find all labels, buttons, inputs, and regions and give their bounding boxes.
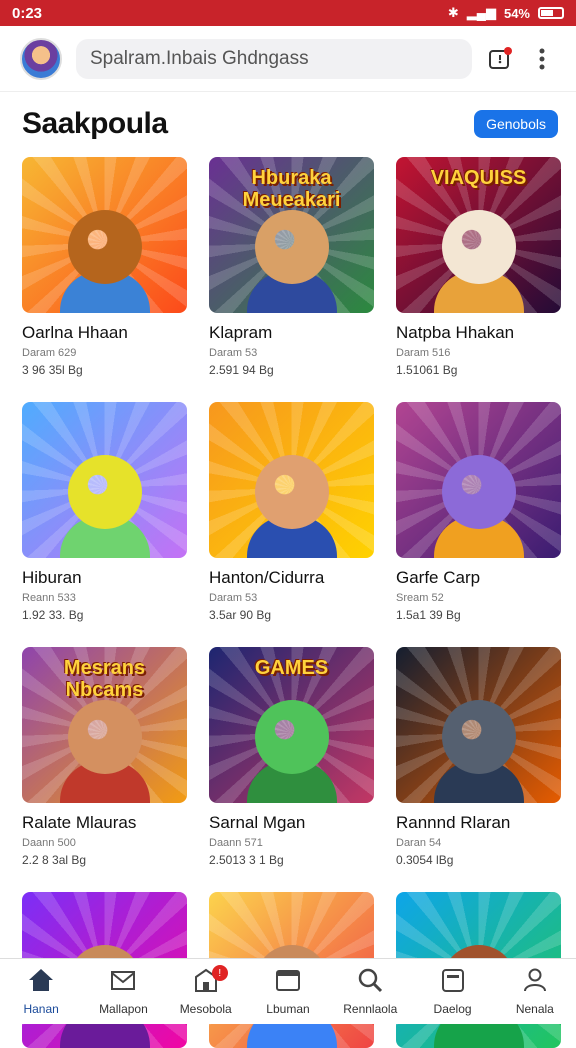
game-card[interactable]: Hburaka Meueakari Klapram Daram 53 2.591 94… xyxy=(209,157,374,402)
notification-icon[interactable] xyxy=(486,45,514,73)
section-action-button[interactable]: Genobols xyxy=(474,110,558,138)
nav-item-person[interactable]: Nenala xyxy=(494,959,576,1024)
section-header: Saakpoula Genobols xyxy=(22,100,558,148)
game-thumbnail[interactable]: Mesrans Nbcams xyxy=(22,647,187,803)
game-grid: Oarlna Hhaan Daram 629 3 96 35l Bg Hburaka … xyxy=(22,157,562,972)
game-card[interactable]: Garfe Carp Sream 52 1.5a1 39 Bg xyxy=(396,402,561,647)
nav-label: Nenala xyxy=(516,1002,554,1016)
status-time: 0:23 xyxy=(12,5,42,22)
game-card[interactable]: Hanton/Cidurra Daram 53 3.5ar 90 Bg xyxy=(209,402,374,647)
game-size: 3 96 35l Bg xyxy=(22,363,187,377)
game-banner-text: Hburaka Meueakari xyxy=(217,167,366,211)
game-thumbnail[interactable] xyxy=(22,157,187,313)
game-card[interactable]: Oarlna Hhaan Daram 629 3 96 35l Bg xyxy=(22,157,187,402)
game-meta: Daann 500 xyxy=(22,837,187,849)
game-title[interactable]: Sarnal Mgan xyxy=(209,813,374,833)
nav-label: Lbuman xyxy=(266,1002,309,1016)
tablet-icon xyxy=(439,967,467,996)
game-thumbnail[interactable] xyxy=(22,402,187,558)
game-size: 2.591 94 Bg xyxy=(209,363,374,377)
bluetooth-icon: ✱ xyxy=(448,5,459,21)
nav-item-tablet[interactable]: Daelog xyxy=(411,959,493,1024)
game-size: 0.3054 lBg xyxy=(396,853,561,867)
game-meta: Daann 571 xyxy=(209,837,374,849)
nav-label: Rennlaola xyxy=(343,1002,397,1016)
game-meta: Daram 53 xyxy=(209,347,374,359)
game-card[interactable]: Rannnd Rlaran Daran 54 0.3054 lBg xyxy=(396,647,561,892)
game-meta: Reann 533 xyxy=(22,592,187,604)
game-banner-text: GAMES xyxy=(217,657,366,679)
game-banner-text: VIAQUISS xyxy=(404,167,553,189)
game-card[interactable]: GAMES Sarnal Mgan Daann 571 2.5013 3 1 Bg xyxy=(209,647,374,892)
mail-icon xyxy=(109,967,137,996)
game-meta: Daram 629 xyxy=(22,347,187,359)
game-size: 1.5a1 39 Bg xyxy=(396,608,561,622)
game-card[interactable]: Mesrans Nbcams Ralate Mlauras Daann 500 2.2… xyxy=(22,647,187,892)
nav-label: Mesobola xyxy=(180,1002,232,1016)
window-icon xyxy=(274,967,302,996)
game-title[interactable]: Rannnd Rlaran xyxy=(396,813,561,833)
notification-badge: ! xyxy=(212,965,228,981)
nav-item-search[interactable]: Rennlaola xyxy=(329,959,411,1024)
more-options-icon[interactable] xyxy=(528,45,556,73)
game-thumbnail[interactable]: VIAQUISS xyxy=(396,157,561,313)
avatar[interactable] xyxy=(20,38,62,80)
game-thumbnail[interactable]: Hburaka Meueakari xyxy=(209,157,374,313)
game-meta: Daram 516 xyxy=(396,347,561,359)
game-title[interactable]: Hanton/Cidurra xyxy=(209,568,374,588)
page-title: Saakpoula xyxy=(22,107,168,141)
nav-label: Daelog xyxy=(434,1002,472,1016)
status-bar: 0:23 ✱ ▂▄▆ 54% xyxy=(0,0,576,26)
battery-percent: 54% xyxy=(504,6,530,21)
game-card[interactable]: VIAQUISS Natpba Hhakan Daram 516 1.51061 Bg xyxy=(396,157,561,402)
game-meta: Daran 54 xyxy=(396,837,561,849)
nav-item-mail[interactable]: Mallapon xyxy=(82,959,164,1024)
game-title[interactable]: Klapram xyxy=(209,323,374,343)
person-icon xyxy=(521,967,549,996)
app-header: Spalram.Inbais Ghdngass xyxy=(0,26,576,92)
game-title[interactable]: Oarlna Hhaan xyxy=(22,323,187,343)
game-size: 2.5013 3 1 Bg xyxy=(209,853,374,867)
game-size: 1.92 33. Bg xyxy=(22,608,187,622)
game-thumbnail[interactable] xyxy=(396,647,561,803)
game-size: 3.5ar 90 Bg xyxy=(209,608,374,622)
game-title[interactable]: Garfe Carp xyxy=(396,568,561,588)
game-thumbnail[interactable] xyxy=(396,402,561,558)
signal-icon: ▂▄▆ xyxy=(467,5,496,21)
game-thumbnail[interactable] xyxy=(209,402,374,558)
nav-item-home[interactable]: Hanan xyxy=(0,959,82,1024)
game-title[interactable]: Hiburan xyxy=(22,568,187,588)
game-banner-text: Mesrans Nbcams xyxy=(30,657,179,701)
nav-label: Mallapon xyxy=(99,1002,148,1016)
game-size: 2.2 8 3al Bg xyxy=(22,853,187,867)
battery-icon xyxy=(538,7,564,19)
bottom-nav: Hanan Mallapon! Mesobola Lbuman Rennlaola Dae… xyxy=(0,958,576,1024)
search-icon xyxy=(356,967,384,996)
game-meta: Daram 53 xyxy=(209,592,374,604)
game-size: 1.51061 Bg xyxy=(396,363,561,377)
game-thumbnail[interactable]: GAMES xyxy=(209,647,374,803)
game-title[interactable]: Ralate Mlauras xyxy=(22,813,187,833)
game-meta: Sream 52 xyxy=(396,592,561,604)
search-placeholder: Spalram.Inbais Ghdngass xyxy=(90,48,309,70)
nav-item-store[interactable]: ! Mesobola xyxy=(165,959,247,1024)
search-input[interactable]: Spalram.Inbais Ghdngass xyxy=(76,39,472,79)
nav-label: Hanan xyxy=(23,1002,58,1016)
game-title[interactable]: Natpba Hhakan xyxy=(396,323,561,343)
game-card[interactable]: Hiburan Reann 533 1.92 33. Bg xyxy=(22,402,187,647)
home-icon xyxy=(27,967,55,996)
status-icons: ✱ ▂▄▆ 54% xyxy=(448,5,564,21)
nav-item-window[interactable]: Lbuman xyxy=(247,959,329,1024)
